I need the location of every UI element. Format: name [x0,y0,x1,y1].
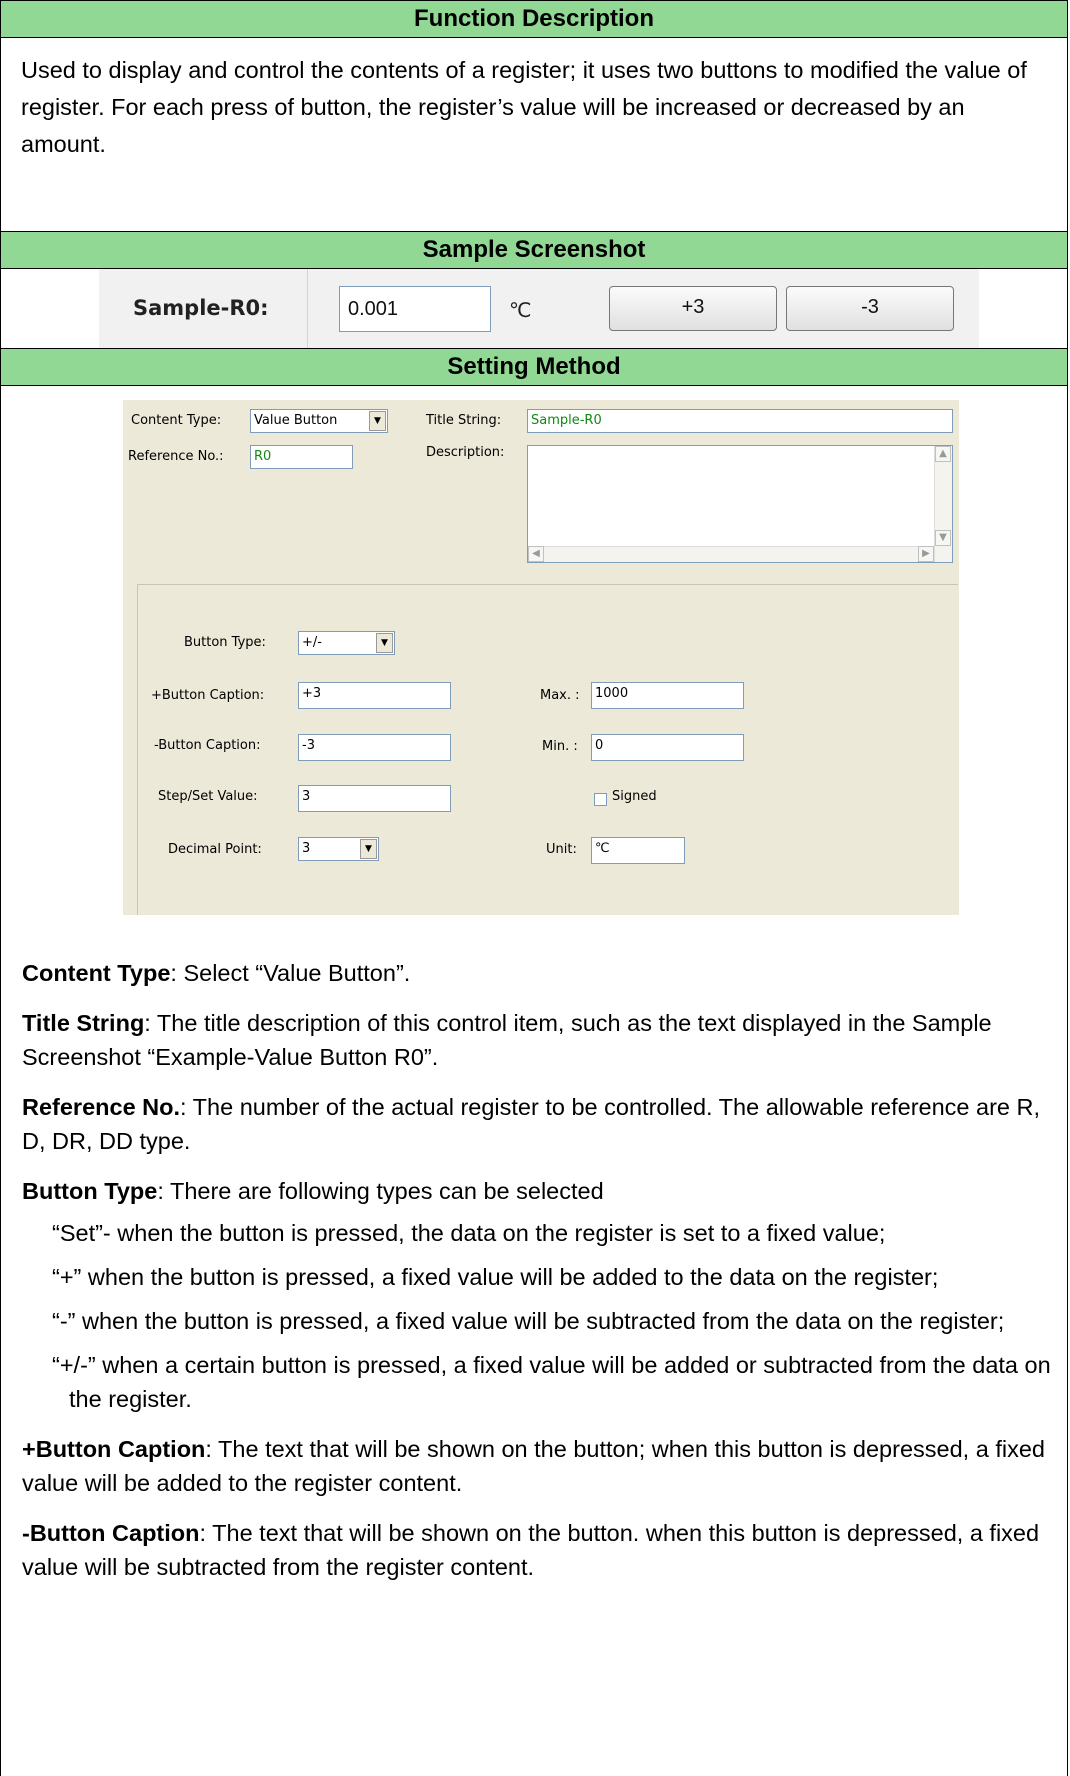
setting-method-header: Setting Method [1,349,1067,386]
button-type-plusminus-item: “+/-” when a certain button is pressed, … [52,1352,1051,1412]
settings-form-area: Content Type: Value Button ▼ Title Strin… [1,386,1067,936]
max-input[interactable]: 1000 [591,682,744,709]
title-string-input[interactable]: Sample-R0 [527,409,953,433]
function-description-header: Function Description [1,1,1067,38]
plus-button[interactable]: +3 [609,286,777,331]
plus-caption-term: +Button Caption [22,1436,206,1462]
sample-divider [307,269,308,348]
sample-screenshot-header: Sample Screenshot [1,231,1067,269]
title-string-label: Title String: [426,413,502,428]
title-string-term: Title String [22,1010,145,1036]
document-table: Function Description Used to display and… [0,0,1068,1776]
minus-caption-term: -Button Caption [22,1520,200,1546]
title-string-text: : The title description of this control … [22,1010,992,1070]
minus-button[interactable]: -3 [786,286,954,331]
scroll-up-icon[interactable]: ▲ [935,446,951,462]
signed-label: Signed [612,789,657,804]
reference-no-label: Reference No.: [128,449,224,464]
plus-caption-paragraph: +Button Caption: The text that will be s… [22,1432,1052,1500]
decimal-point-select[interactable]: 3 ▼ [298,837,379,861]
unit-label: Unit: [546,842,577,857]
chevron-down-icon: ▼ [360,839,377,859]
button-type-text: : There are following types can be selec… [157,1178,604,1204]
function-description-text: Used to display and control the contents… [21,57,1027,157]
minus-caption-label: -Button Caption: [154,738,261,753]
minus-caption-paragraph: -Button Caption: The text that will be s… [22,1516,1052,1584]
min-input[interactable]: 0 [591,734,744,761]
scroll-left-icon[interactable]: ◀ [528,546,544,562]
content-type-term: Content Type [22,960,171,986]
button-type-plus-item: “+” when the button is pressed, a fixed … [52,1264,939,1290]
button-settings-panel: Button Type: +/- ▼ +Button Caption: +3 -… [137,584,958,915]
title-string-paragraph: Title String: The title description of t… [22,1006,1052,1074]
setting-method-text: Content Type: Select “Value Button”. Tit… [22,956,1052,1600]
minus-caption-input[interactable]: -3 [298,734,451,761]
min-label: Min. : [542,739,578,754]
reference-no-input[interactable]: R0 [250,445,353,469]
button-type-term: Button Type [22,1178,158,1204]
reference-no-term: Reference No. [22,1094,181,1120]
reference-no-paragraph: Reference No.: The number of the actual … [22,1090,1052,1158]
content-type-select[interactable]: Value Button ▼ [250,409,388,433]
plus-caption-input[interactable]: +3 [298,682,451,709]
decimal-point-value: 3 [302,841,311,856]
settings-dialog: Content Type: Value Button ▼ Title Strin… [123,400,959,915]
content-type-value: Value Button [254,413,338,428]
button-type-minus-item: “-” when the button is pressed, a fixed … [52,1308,1005,1334]
content-type-text: : Select “Value Button”. [170,960,411,986]
sample-title-label: Sample-R0: [133,296,269,320]
chevron-down-icon: ▼ [369,411,386,431]
plus-caption-label: +Button Caption: [151,688,265,703]
signed-checkbox[interactable] [594,793,607,806]
scroll-down-icon[interactable]: ▼ [935,530,951,546]
step-value-label: Step/Set Value: [158,789,258,804]
button-type-value: +/- [302,635,322,650]
button-type-label: Button Type: [184,635,266,650]
description-textarea[interactable]: ▲ ▼ ◀ ▶ [527,445,953,563]
vertical-scrollbar[interactable]: ▲ ▼ [934,446,952,562]
button-type-set-item: “Set”- when the button is pressed, the d… [52,1220,886,1246]
decimal-point-label: Decimal Point: [168,842,262,857]
sample-unit-label: ℃ [509,300,532,322]
sample-screenshot: Sample-R0: 0.001 ℃ +3 -3 [1,269,1067,349]
description-label: Description: [426,445,505,460]
sample-value-field[interactable]: 0.001 [339,286,491,332]
button-type-select[interactable]: +/- ▼ [298,631,395,655]
max-label: Max. : [540,688,580,703]
button-type-paragraph: Button Type: There are following types c… [22,1174,1052,1208]
content-type-paragraph: Content Type: Select “Value Button”. [22,956,1052,990]
chevron-down-icon: ▼ [376,633,393,653]
horizontal-scrollbar[interactable]: ◀ ▶ [528,546,934,562]
unit-input[interactable]: ℃ [591,837,685,864]
content-type-label: Content Type: [131,413,222,428]
scroll-right-icon[interactable]: ▶ [918,546,934,562]
step-value-input[interactable]: 3 [298,785,451,812]
